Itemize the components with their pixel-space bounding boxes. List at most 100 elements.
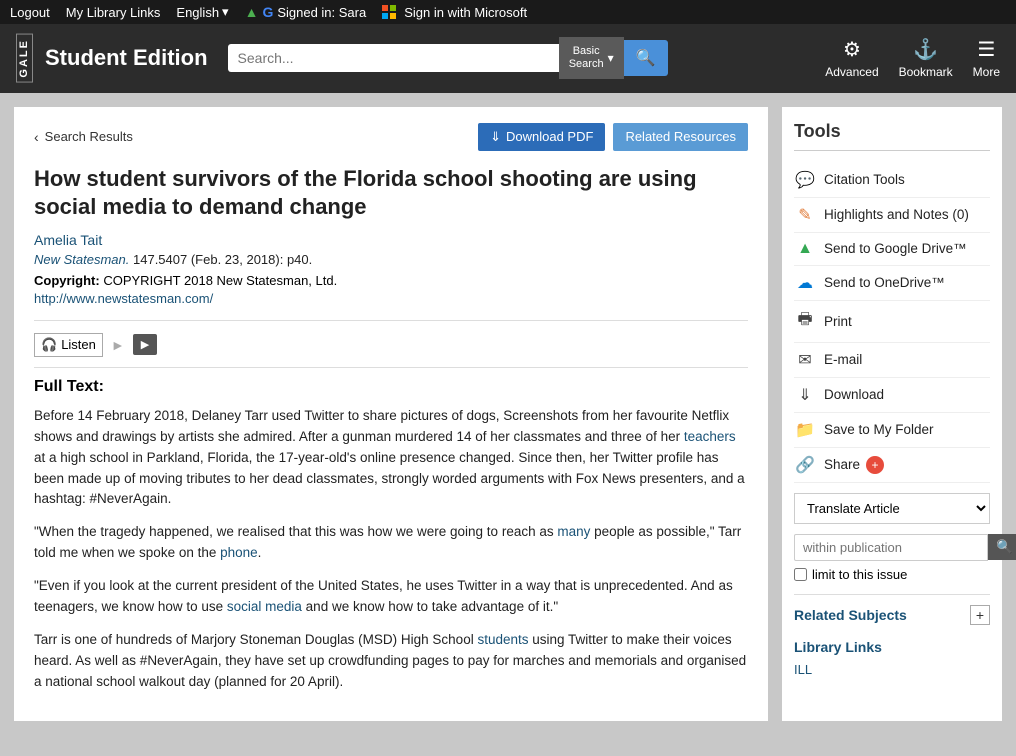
search-type-button[interactable]: Basic Search ▾ — [559, 37, 624, 79]
pub-search-button[interactable]: 🔍 — [988, 534, 1016, 560]
paragraph-3: "Even if you look at the current preside… — [34, 576, 748, 618]
citation-tools-button[interactable]: 💬 Citation Tools — [794, 163, 990, 198]
paragraph-1: Before 14 February 2018, Delaney Tarr us… — [34, 406, 748, 511]
search-bar: Basic Search ▾ 🔍 — [228, 37, 668, 79]
students-link[interactable]: students — [477, 632, 528, 647]
google-signin[interactable]: ▲ G Signed in: Sara — [245, 4, 367, 20]
article-body: Before 14 February 2018, Delaney Tarr us… — [34, 406, 748, 693]
download-pdf-button[interactable]: ⇓ Download PDF — [478, 123, 605, 151]
article-title: How student survivors of the Florida sch… — [34, 165, 748, 222]
highlights-notes-label: Highlights and Notes (0) — [824, 207, 969, 222]
pub-search-wrap: 🔍 — [794, 534, 990, 561]
share-button[interactable]: 🔗 Share + — [794, 448, 990, 483]
logout-link[interactable]: Logout — [10, 5, 50, 20]
download-label: Download — [824, 387, 884, 402]
related-subjects-expand-button[interactable]: + — [970, 605, 990, 625]
many-link[interactable]: many — [557, 524, 590, 539]
content-area: ‹ Search Results ⇓ Download PDF Related … — [0, 93, 1016, 735]
citation-icon: 💬 — [794, 170, 816, 190]
limit-issue-row: limit to this issue — [794, 567, 990, 582]
paragraph-4: Tarr is one of hundreds of Marjory Stone… — [34, 630, 748, 693]
gale-logo: GALE — [16, 34, 33, 83]
print-button[interactable]: 🖶 Print — [794, 301, 990, 343]
full-text-heading: Full Text: — [34, 367, 748, 396]
listen-bar: 🎧 Listen ► ▶ — [34, 320, 748, 357]
print-label: Print — [824, 314, 852, 329]
download-sidebar-icon: ⇓ — [794, 385, 816, 405]
bookmark-icon: ⚓ — [913, 37, 938, 62]
translate-select[interactable]: Translate Article — [794, 493, 990, 524]
arrow-icon: ▲ — [245, 4, 259, 20]
related-resources-button[interactable]: Related Resources — [613, 123, 748, 151]
breadcrumb-actions: ⇓ Download PDF Related Resources — [478, 123, 748, 151]
search-results-link[interactable]: Search Results — [45, 129, 133, 144]
translate-section: Translate Article — [794, 493, 990, 524]
microsoft-signin[interactable]: Sign in with Microsoft — [382, 5, 527, 20]
article-meta: New Statesman. 147.5407 (Feb. 23, 2018):… — [34, 252, 748, 267]
main-panel: ‹ Search Results ⇓ Download PDF Related … — [14, 107, 768, 721]
back-arrow-icon: ‹ — [34, 129, 39, 145]
advanced-button[interactable]: ⚙ Advanced — [825, 37, 878, 79]
ms-icon — [382, 5, 396, 19]
limit-issue-label: limit to this issue — [812, 567, 907, 582]
header: GALE Student Edition Basic Search ▾ 🔍 ⚙ … — [0, 24, 1016, 93]
top-bar: Logout My Library Links English ▾ ▲ G Si… — [0, 0, 1016, 24]
ill-link[interactable]: ILL — [794, 662, 812, 677]
microsoft-label: Sign in with Microsoft — [404, 5, 527, 20]
onedrive-icon: ☁ — [794, 273, 816, 293]
my-library-links[interactable]: My Library Links — [66, 5, 161, 20]
listen-label: Listen — [61, 337, 96, 352]
listen-button[interactable]: 🎧 Listen — [34, 333, 103, 357]
highlights-notes-button[interactable]: ✎ Highlights and Notes (0) — [794, 198, 990, 233]
send-onedrive-label: Send to OneDrive™ — [824, 275, 945, 290]
breadcrumb: ‹ Search Results — [34, 129, 133, 145]
limit-issue-checkbox[interactable] — [794, 568, 807, 581]
library-links-section: Library Links ILL — [794, 639, 990, 677]
chevron-right-icon: ► — [111, 337, 125, 353]
social-media-link[interactable]: social media — [227, 599, 302, 614]
share-label: Share — [824, 457, 860, 472]
send-gdrive-label: Send to Google Drive™ — [824, 241, 967, 256]
google-g-icon: G — [262, 4, 273, 20]
article-author[interactable]: Amelia Tait — [34, 232, 748, 248]
download-button[interactable]: ⇓ Download — [794, 378, 990, 413]
more-button[interactable]: ☰ More — [973, 37, 1000, 79]
send-gdrive-button[interactable]: ▲ Send to Google Drive™ — [794, 233, 990, 266]
sidebar: Tools 💬 Citation Tools ✎ Highlights and … — [782, 107, 1002, 721]
share-icon: 🔗 — [794, 455, 816, 475]
article-url-link[interactable]: http://www.newstatesman.com/ — [34, 291, 213, 306]
gdrive-icon: ▲ — [794, 240, 816, 258]
send-onedrive-button[interactable]: ☁ Send to OneDrive™ — [794, 266, 990, 301]
pub-search-icon: 🔍 — [996, 539, 1013, 554]
save-folder-button[interactable]: 📁 Save to My Folder — [794, 413, 990, 448]
pub-search-input[interactable] — [794, 534, 988, 561]
play-icon: ▶ — [141, 339, 149, 351]
paragraph-2: "When the tragedy happened, we realised … — [34, 522, 748, 564]
play-button[interactable]: ▶ — [133, 334, 157, 355]
library-links-title: Library Links — [794, 639, 990, 655]
article-copyright: Copyright: COPYRIGHT 2018 New Statesman,… — [34, 273, 748, 288]
header-actions: ⚙ Advanced ⚓ Bookmark ☰ More — [825, 37, 1000, 79]
signed-in-label: Signed in: Sara — [277, 5, 366, 20]
copyright-value: COPYRIGHT 2018 New Statesman, Ltd. — [103, 273, 337, 288]
teachers-link[interactable]: teachers — [684, 429, 736, 444]
highlights-icon: ✎ — [794, 205, 816, 225]
copyright-label: Copyright: — [34, 273, 100, 288]
email-button[interactable]: ✉ E-mail — [794, 343, 990, 378]
tools-title: Tools — [794, 121, 990, 151]
folder-icon: 📁 — [794, 420, 816, 440]
citation-tools-label: Citation Tools — [824, 172, 905, 187]
email-label: E-mail — [824, 352, 862, 367]
advanced-icon: ⚙ — [843, 37, 861, 62]
language-selector[interactable]: English ▾ — [176, 4, 228, 20]
phone-link[interactable]: phone — [220, 545, 258, 560]
share-plus-button[interactable]: + — [866, 456, 884, 474]
breadcrumb-row: ‹ Search Results ⇓ Download PDF Related … — [34, 123, 748, 151]
related-subjects-row: Related Subjects + — [794, 594, 990, 625]
bookmark-button[interactable]: ⚓ Bookmark — [899, 37, 953, 79]
save-folder-label: Save to My Folder — [824, 422, 934, 437]
search-input[interactable] — [238, 50, 549, 66]
search-icon: 🔍 — [636, 50, 656, 67]
search-go-button[interactable]: 🔍 — [624, 40, 668, 76]
chevron-down-icon: ▾ — [608, 51, 614, 65]
